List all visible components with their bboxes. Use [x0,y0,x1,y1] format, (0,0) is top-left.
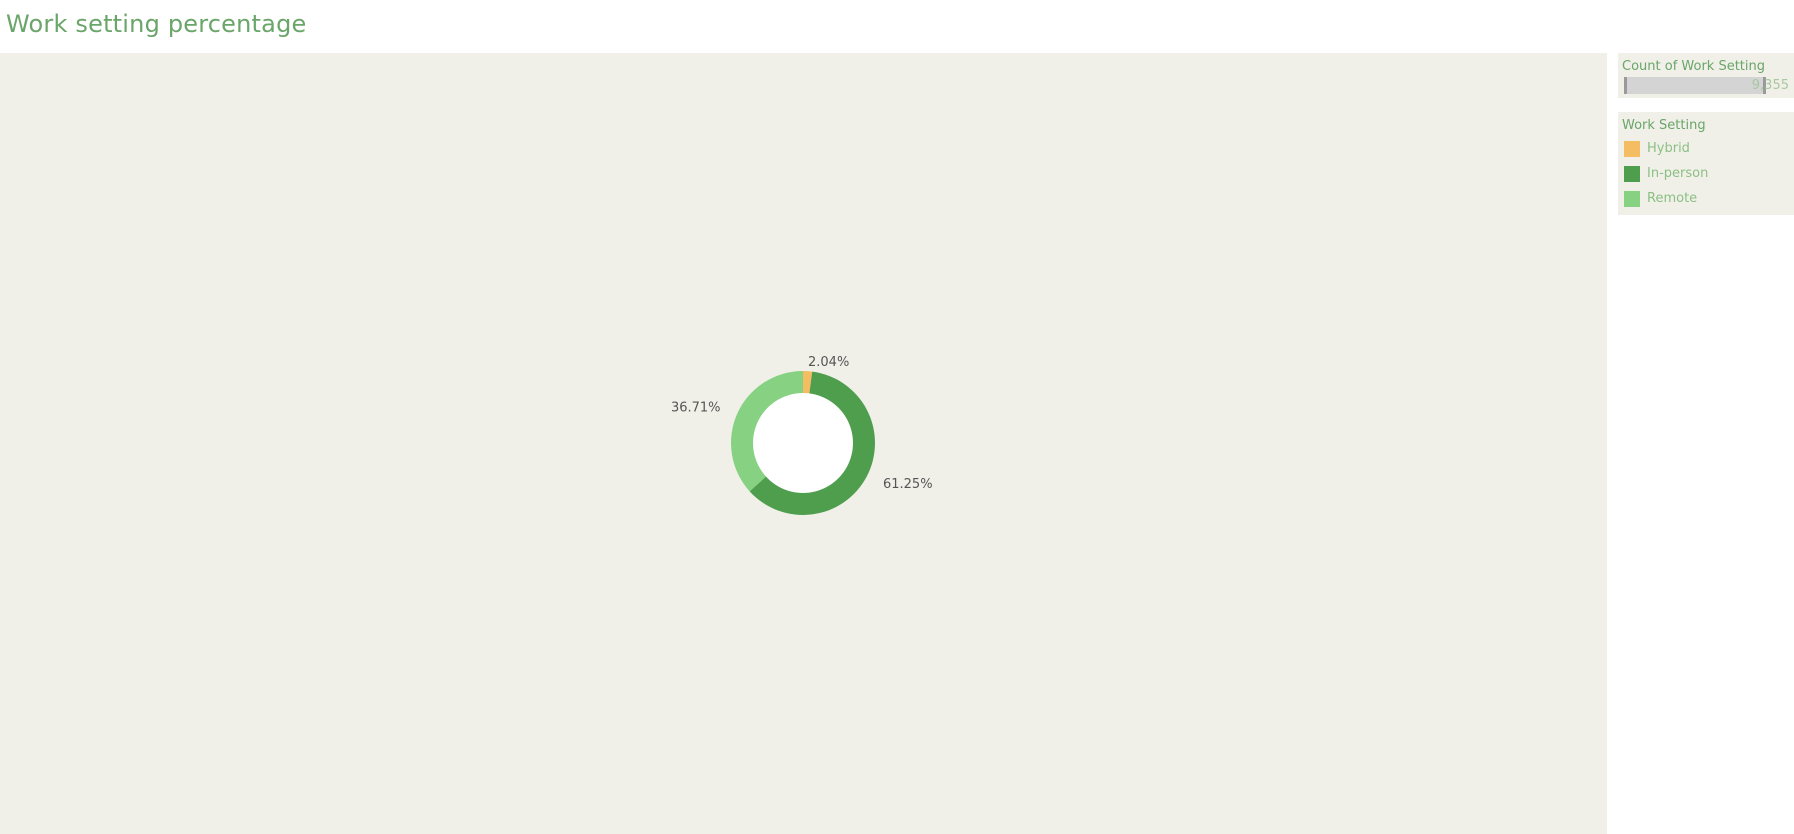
slice-label-remote: 36.71% [671,400,721,415]
legend-item-hybrid[interactable]: Hybrid [1620,136,1792,161]
legend-swatch-in-person [1624,165,1640,182]
slice-label-in-person: 61.25% [883,477,933,492]
legend-label-remote: Remote [1647,191,1698,206]
donut-chart: 2.04% 61.25% 36.71% [671,355,933,515]
legend-label-in-person: In-person [1647,166,1709,181]
slice-label-hybrid: 2.04% [808,355,849,370]
size-legend-bar: 9,355 [1624,77,1789,94]
page-title: Work setting percentage [6,10,307,38]
chart-area: 2.04% 61.25% 36.71% [0,53,1607,834]
legend-swatch-hybrid [1624,140,1640,157]
legend-label-hybrid: Hybrid [1647,141,1690,156]
legend-swatch-remote [1624,190,1640,207]
size-legend-value: 9,355 [1751,78,1789,93]
legend-panel: Count of Work Setting 9,355 Work Setting… [1618,53,1794,215]
size-legend-title: Count of Work Setting [1622,59,1765,74]
color-legend: Work Setting Hybrid In-person Remote [1618,112,1794,215]
size-legend: Count of Work Setting 9,355 [1618,53,1794,98]
legend-item-in-person[interactable]: In-person [1620,161,1792,186]
color-legend-title: Work Setting [1622,118,1706,133]
donut-hole [753,393,853,493]
legend-item-remote[interactable]: Remote [1620,186,1792,211]
